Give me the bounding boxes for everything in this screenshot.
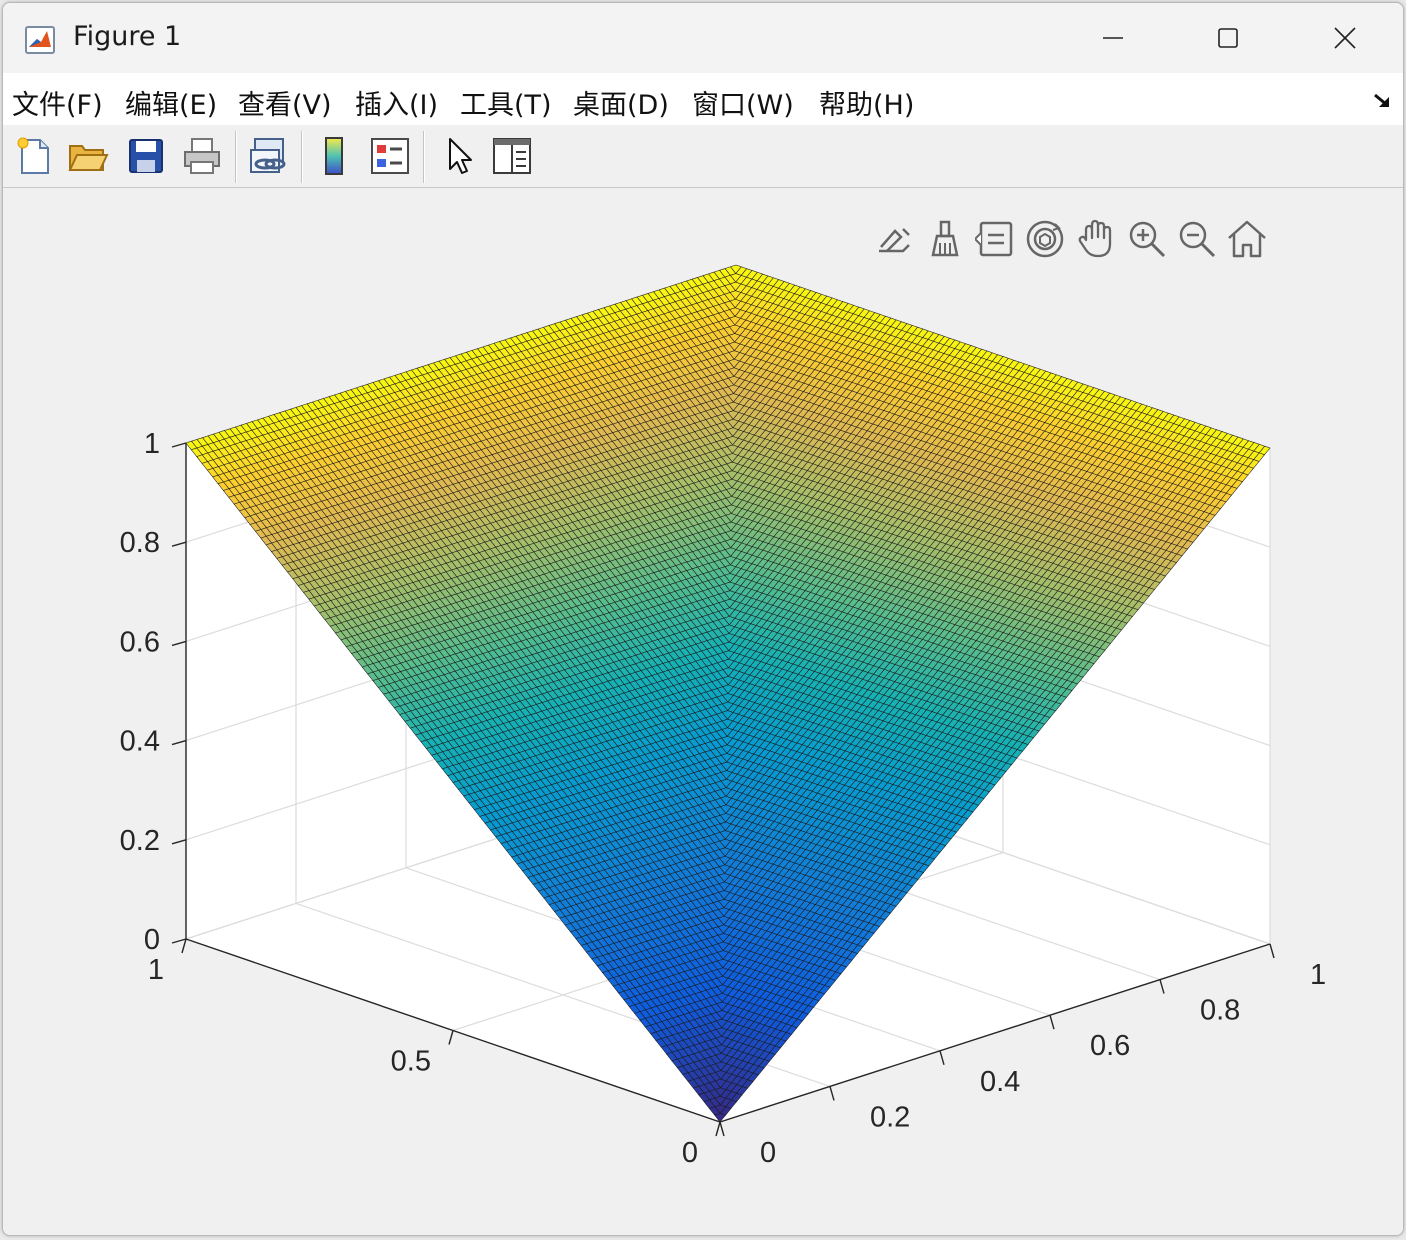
figure-window: Figure 1 文件(F) 编辑(E) 查看(V) 插入(I) 工具(T) 桌…	[2, 2, 1404, 1236]
surface-plot[interactable]: 0 0.2 0.4 0.6 0.8 1 0 0.5 1 0 0.2 0.4 0.…	[3, 3, 1403, 1235]
